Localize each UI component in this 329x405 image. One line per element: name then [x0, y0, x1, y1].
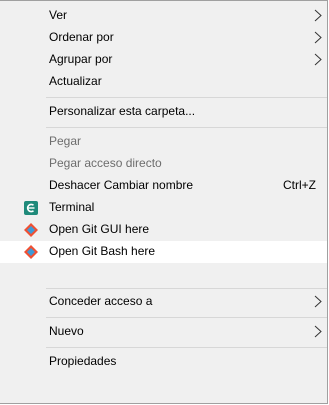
shortcut-label: Ctrl+Z — [283, 178, 316, 192]
menu-item-label: Terminal — [49, 200, 95, 214]
menu-item-label: Deshacer Cambiar nombre — [49, 178, 194, 192]
menu-item-agrupar-por[interactable]: Agrupar por — [0, 49, 327, 71]
menu-item-pegar-acceso-directo[interactable]: Pegar acceso directo — [0, 153, 327, 175]
git-icon — [24, 223, 38, 237]
menu-separator — [46, 347, 327, 348]
menu-item-open-git-bash[interactable]: Open Git Bash here — [0, 241, 327, 263]
menu-item-label: Ordenar por — [49, 30, 114, 44]
menu-separator — [46, 127, 327, 128]
menu-item-label: Nuevo — [49, 324, 84, 338]
menu-item-label: Actualizar — [49, 74, 102, 88]
menu-item-label: Agrupar por — [49, 52, 113, 66]
menu-item-label: Ver — [49, 8, 68, 22]
menu-item-label: Pegar acceso directo — [49, 156, 162, 170]
menu-separator — [46, 97, 327, 98]
menu-item-actualizar[interactable]: Actualizar — [0, 71, 327, 93]
menu-item-conceder-acceso[interactable]: Conceder acceso a — [0, 291, 327, 313]
menu-item-label: Conceder acceso a — [49, 294, 153, 308]
chevron-right-icon — [314, 53, 322, 66]
menu-item-label: Propiedades — [49, 354, 117, 368]
menu-separator — [46, 288, 327, 289]
menu-item-deshacer[interactable]: Deshacer Cambiar nombre Ctrl+Z — [0, 175, 327, 197]
menu-item-open-git-gui[interactable]: Open Git GUI here — [0, 219, 327, 241]
chevron-right-icon — [314, 295, 322, 308]
menu-item-label: Open Git GUI here — [49, 222, 150, 236]
menu-separator — [46, 317, 327, 318]
menu-item-pegar[interactable]: Pegar — [0, 131, 327, 153]
terminal-icon — [24, 201, 38, 215]
git-icon — [24, 245, 38, 259]
context-menu: Ver Ordenar por Agrupar por Actualizar P… — [0, 0, 328, 404]
menu-item-ordenar-por[interactable]: Ordenar por — [0, 27, 327, 49]
menu-item-propiedades[interactable]: Propiedades — [0, 351, 327, 373]
menu-item-personalizar-carpeta[interactable]: Personalizar esta carpeta... — [0, 101, 327, 123]
menu-item-nuevo[interactable]: Nuevo — [0, 321, 327, 343]
menu-item-terminal[interactable]: Terminal — [0, 197, 327, 219]
menu-item-label: Pegar — [49, 134, 82, 148]
menu-item-label: Personalizar esta carpeta... — [49, 104, 196, 118]
chevron-right-icon — [314, 31, 322, 44]
menu-item-label: Open Git Bash here — [49, 244, 156, 258]
menu-item-ver[interactable]: Ver — [0, 5, 327, 27]
chevron-right-icon — [314, 325, 322, 338]
chevron-right-icon — [314, 9, 322, 22]
